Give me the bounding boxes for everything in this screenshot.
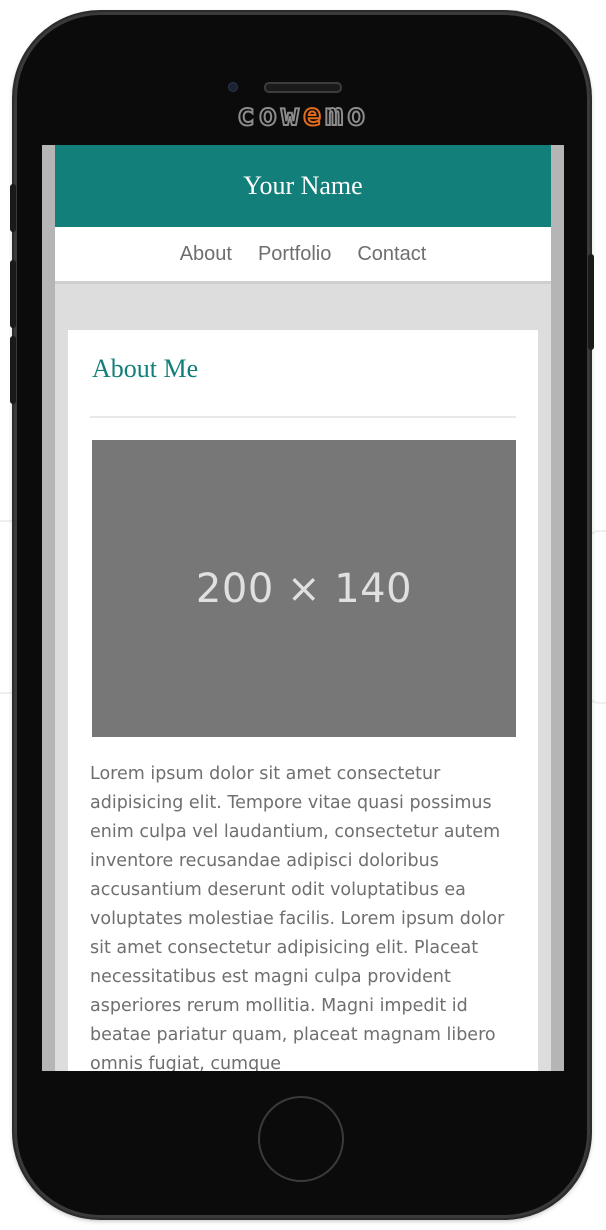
main-nav: About Portfolio Contact [55, 227, 551, 284]
site-title: Your Name [243, 171, 363, 200]
earpiece-speaker [264, 82, 342, 93]
placeholder-image: 200 × 140 [92, 440, 516, 737]
heading-divider [90, 416, 516, 418]
stage: cowemo Your Name About Portfolio Contact… [0, 0, 606, 1230]
mute-switch [10, 184, 16, 232]
nav-link-contact[interactable]: Contact [357, 243, 426, 266]
about-card: About Me 200 × 140 Lorem ipsum dolor sit… [68, 330, 538, 1071]
power-button [588, 254, 594, 350]
about-paragraph: Lorem ipsum dolor sit amet consectetur a… [90, 764, 505, 1071]
brand-text-accent: e [302, 97, 326, 134]
placeholder-image-label: 200 × 140 [195, 565, 413, 612]
site-header: Your Name [55, 145, 551, 227]
volume-up-button [10, 260, 16, 328]
screen-bottom-edge [42, 1071, 564, 1072]
phone-screen: Your Name About Portfolio Contact About … [42, 145, 564, 1071]
web-viewport[interactable]: Your Name About Portfolio Contact About … [55, 145, 551, 1071]
nav-link-portfolio[interactable]: Portfolio [258, 243, 331, 266]
brand-text-prefix: cow [236, 97, 303, 134]
nav-link-about[interactable]: About [180, 243, 232, 266]
front-camera [228, 82, 238, 92]
home-button[interactable] [258, 1096, 344, 1182]
volume-down-button [10, 336, 16, 404]
device-brand-logo: cowemo [0, 97, 606, 134]
brand-text-suffix: mo [324, 97, 370, 134]
section-heading: About Me [92, 354, 199, 383]
